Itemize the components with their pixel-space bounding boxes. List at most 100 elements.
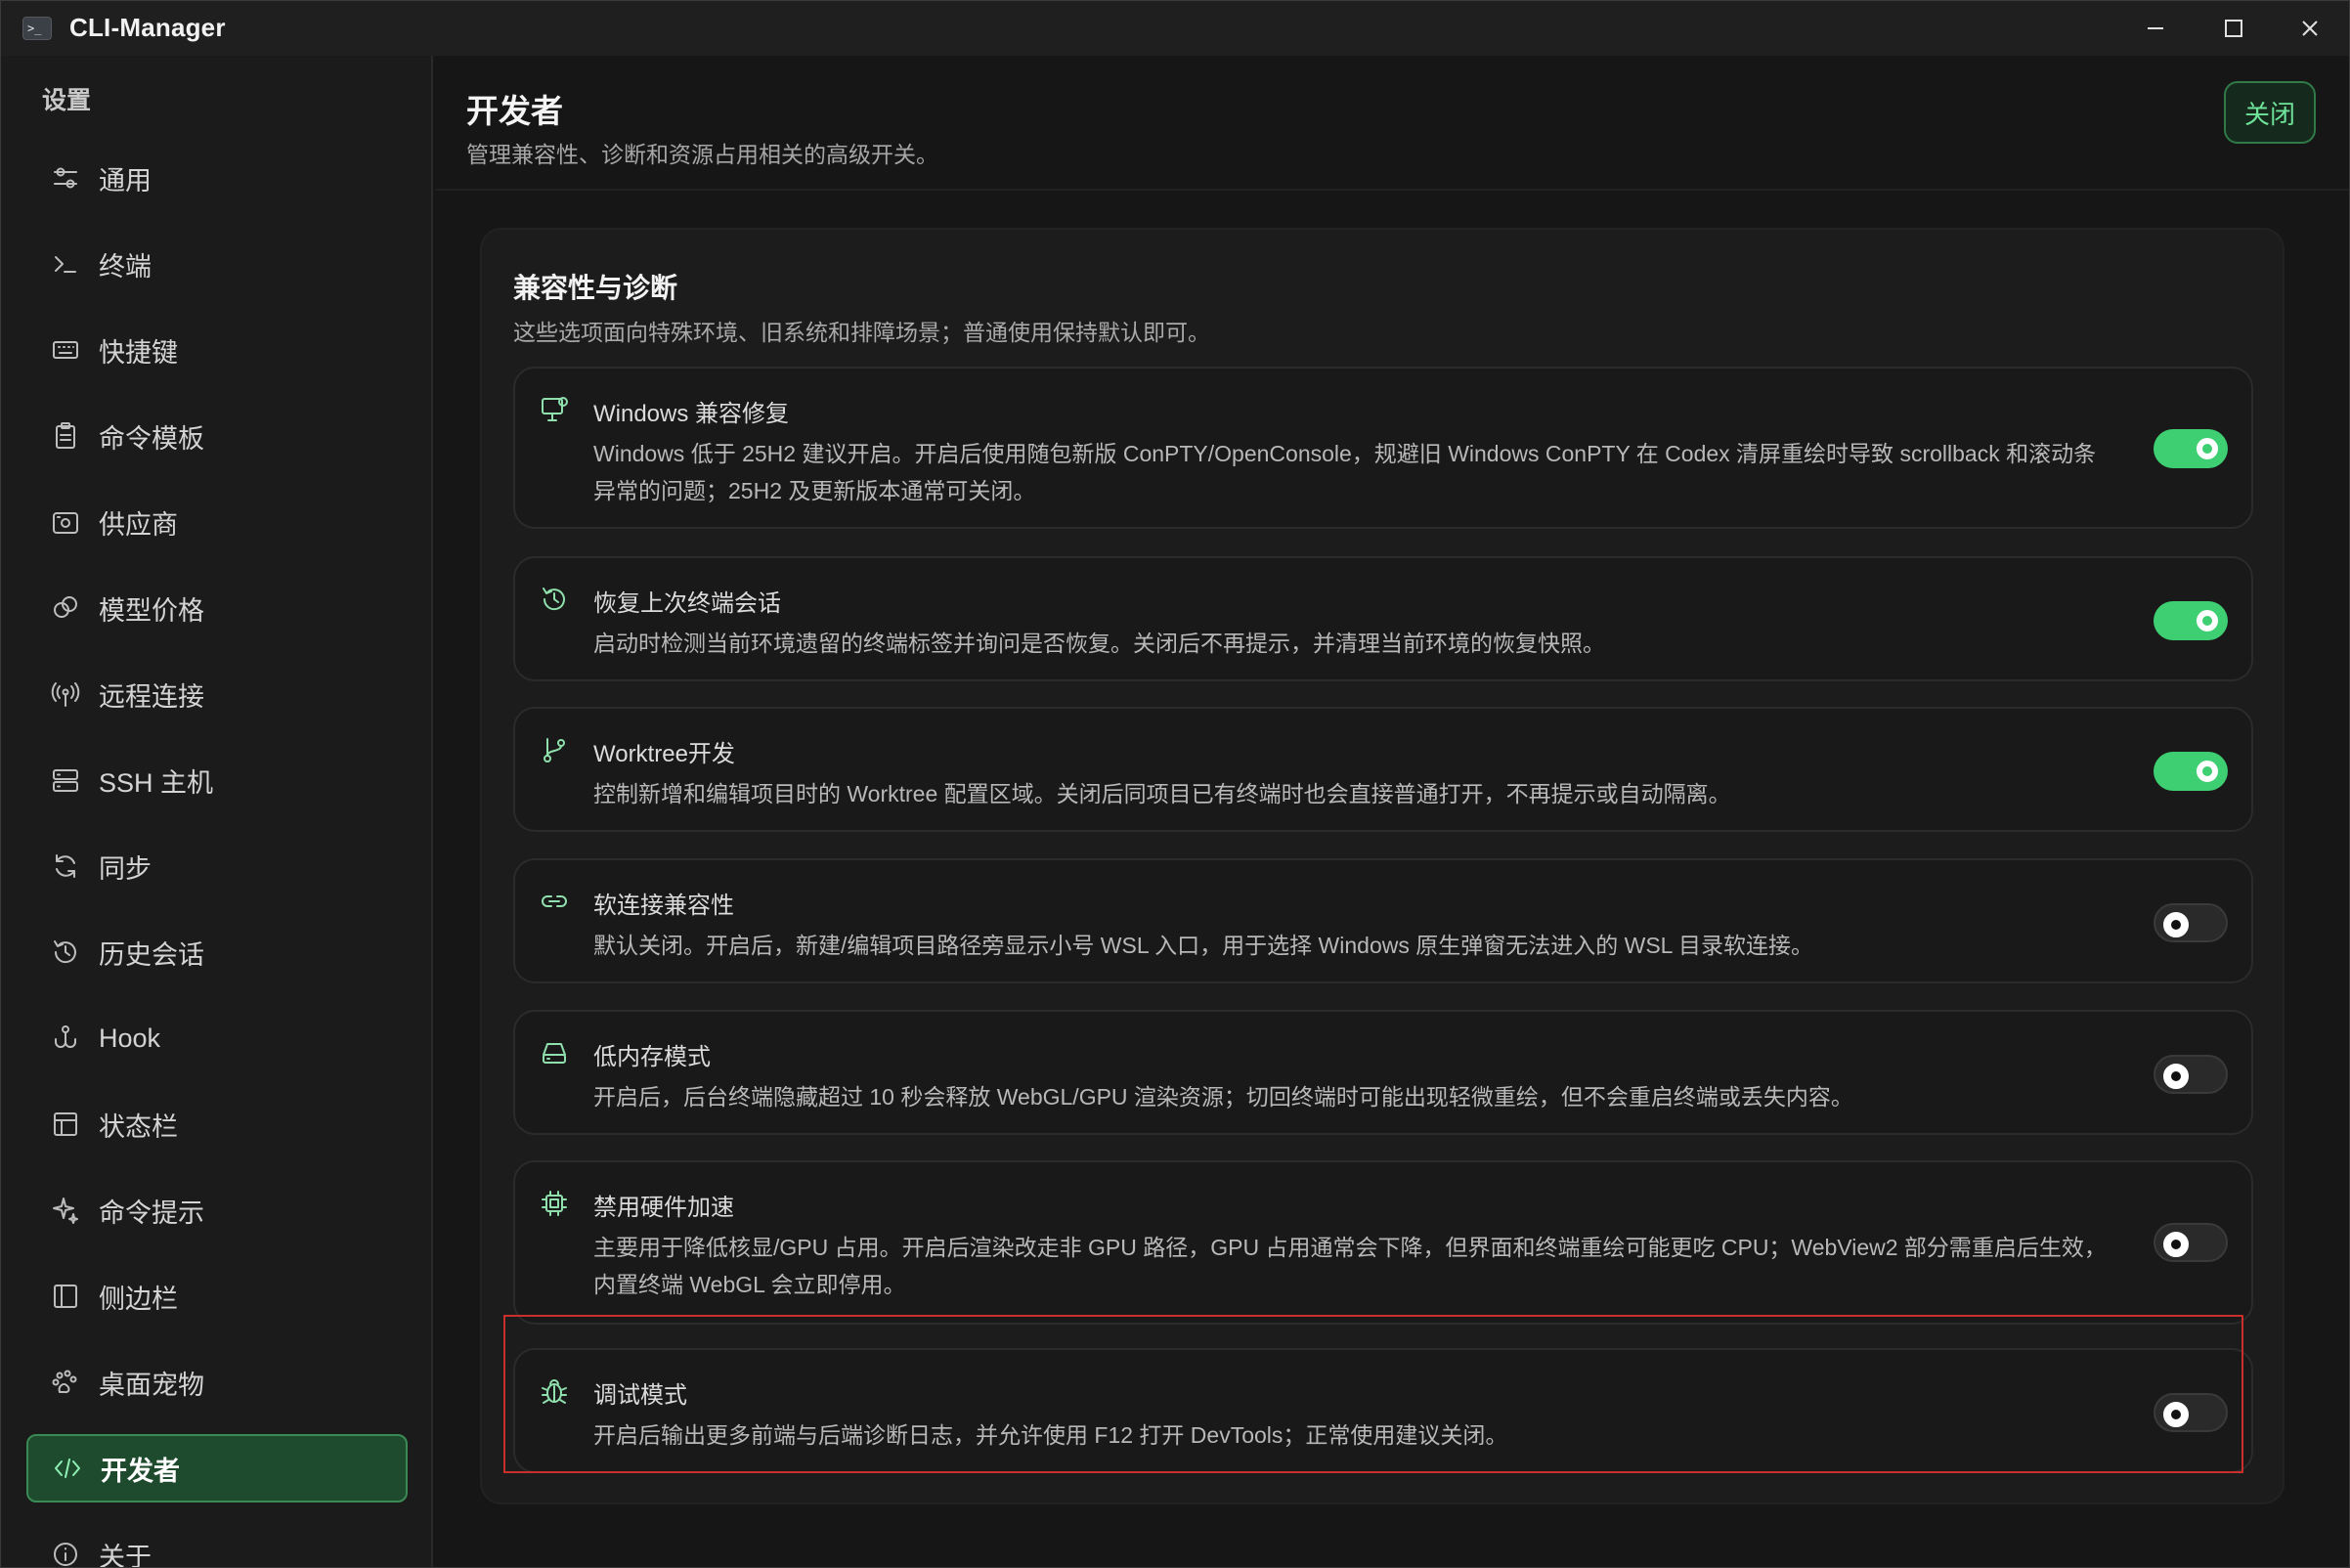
setting-card: 调试模式 开启后输出更多前端与后端诊断日志，并允许使用 F12 打开 DevToo… — [513, 1348, 2253, 1473]
code-icon — [52, 1453, 83, 1484]
server-icon — [50, 764, 81, 796]
setting-card: 恢复上次终端会话启动时检测当前环境遗留的终端标签并询问是否恢复。关闭后不再提示，… — [513, 556, 2253, 681]
price-icon — [50, 592, 81, 624]
setting-card: Windows 兼容修复 Windows 低于 25H2 建议开启。开启后使用随包… — [513, 367, 2253, 529]
window-title: CLI-Manager — [69, 13, 226, 42]
sidebar-item-8[interactable]: 同步 — [26, 832, 408, 900]
sidebar-item-9[interactable]: 历史会话 — [26, 918, 408, 986]
setting-description: 开启后，后台终端隐藏超过 10 秒会释放 WebGL/GPU 渲染资源；切回终端… — [593, 1084, 1853, 1110]
setting-toggle[interactable] — [2154, 1393, 2228, 1432]
toggle-knob — [2163, 912, 2189, 937]
sidebar-item-label: 侧边栏 — [99, 1284, 178, 1314]
toggle-knob — [2197, 610, 2218, 632]
sidebar-item-15[interactable]: 开发者 — [26, 1434, 408, 1503]
info-icon — [50, 1539, 81, 1567]
close-window-button[interactable] — [2271, 1, 2349, 56]
setting-toggle[interactable] — [2154, 903, 2228, 942]
sidebar-item-1[interactable]: 终端 — [26, 230, 408, 298]
sidebar-item-label: 命令模板 — [99, 423, 204, 454]
toggle-knob — [2197, 761, 2218, 782]
history-icon — [539, 584, 572, 617]
sidebar-item-label: 状态栏 — [99, 1111, 178, 1142]
minimize-button[interactable] — [2116, 1, 2195, 56]
sidebar-item-11[interactable]: 状态栏 — [26, 1090, 408, 1158]
sidebar-item-label: 命令提示 — [99, 1198, 204, 1228]
bug-icon — [539, 1375, 572, 1409]
sidebar-nav: 通用终端快捷键命令模板供应商模型价格远程连接 SSH 主机 同步历史会话 Hook 状态… — [26, 144, 408, 1568]
sidebar-item-label: 通用 — [99, 165, 152, 196]
sidebar-item-2[interactable]: 快捷键 — [26, 316, 408, 384]
page-header: 开发者 管理兼容性、诊断和资源占用相关的高级开关。 关闭 — [435, 56, 2349, 191]
sidebar-icon — [50, 1281, 81, 1312]
sync-icon — [50, 850, 81, 882]
sidebar-item-6[interactable]: 远程连接 — [26, 660, 408, 728]
history-icon — [50, 936, 81, 968]
maximize-button[interactable] — [2195, 1, 2273, 56]
setting-toggle[interactable] — [2154, 429, 2228, 468]
terminal-icon — [50, 248, 81, 280]
sidebar-item-14[interactable]: 桌面宠物 — [26, 1348, 408, 1416]
setting-title: 禁用硬件加速 — [593, 1195, 734, 1221]
section-title: 兼容性与诊断 — [513, 273, 678, 303]
page-title: 开发者 — [466, 93, 563, 129]
setting-description: 默认关闭。开启后，新建/编辑项目路径旁显示小号 WSL 入口，用于选择 Wind… — [593, 933, 1814, 958]
sidebar-item-13[interactable]: 侧边栏 — [26, 1262, 408, 1330]
setting-description: 控制新增和编辑项目时的 Worktree 配置区域。关闭后同项目已有终端时也会直… — [593, 781, 1731, 806]
sidebar-item-label: 远程连接 — [99, 681, 204, 712]
sparkle-icon — [50, 1195, 81, 1226]
settings-sidebar: 设置 通用终端快捷键命令模板供应商模型价格远程连接 SSH 主机 同步历史会话 Hoo… — [1, 56, 433, 1568]
sidebar-item-7[interactable]: SSH 主机 — [26, 746, 408, 814]
setting-card: 低内存模式开启后，后台终端隐藏超过 10 秒会释放 WebGL/GPU 渲染资源… — [513, 1010, 2253, 1135]
page-subtitle: 管理兼容性、诊断和资源占用相关的高级开关。 — [466, 142, 938, 167]
minimize-icon — [2148, 27, 2163, 29]
setting-title: Windows 兼容修复 — [593, 401, 790, 427]
sidebar-item-label: 桌面宠物 — [99, 1370, 204, 1400]
setting-description: 开启后输出更多前端与后端诊断日志，并允许使用 F12 打开 DevTools；正… — [593, 1422, 1508, 1448]
sidebar-item-3[interactable]: 命令模板 — [26, 402, 408, 470]
statusbar-icon — [50, 1109, 81, 1140]
maximize-icon — [2225, 20, 2242, 37]
drive-icon — [539, 1037, 572, 1070]
monitor-icon — [539, 394, 572, 427]
sidebar-item-label: 供应商 — [99, 509, 178, 540]
sidebar-item-label: SSH 主机 — [99, 767, 214, 798]
sidebar-item-4[interactable]: 供应商 — [26, 488, 408, 556]
sidebar-item-16[interactable]: 关于 — [26, 1520, 408, 1568]
sidebar-item-label: 模型价格 — [99, 595, 204, 626]
toggle-knob — [2163, 1402, 2189, 1427]
setting-toggle[interactable] — [2154, 1055, 2228, 1094]
setting-description: Windows 低于 25H2 建议开启。开启后使用随包新版 ConPTY/Op… — [593, 441, 2097, 503]
sidebar-item-label: 历史会话 — [99, 939, 204, 970]
sliders-icon — [50, 162, 81, 194]
sidebar-item-label: 关于 — [99, 1542, 152, 1568]
sidebar-item-5[interactable]: 模型价格 — [26, 574, 408, 642]
sidebar-item-0[interactable]: 通用 — [26, 144, 408, 212]
setting-title: Worktree开发 — [593, 741, 735, 767]
close-settings-button[interactable]: 关闭 — [2224, 81, 2316, 144]
toggle-knob — [2197, 438, 2218, 459]
toggle-knob — [2163, 1232, 2189, 1257]
setting-card: Worktree开发控制新增和编辑项目时的 Worktree 配置区域。关闭后同… — [513, 707, 2253, 832]
section-description: 这些选项面向特殊环境、旧系统和排障场景；普通使用保持默认即可。 — [513, 320, 1210, 345]
sidebar-item-10[interactable]: Hook — [26, 1004, 408, 1072]
sidebar-heading: 设置 — [42, 87, 92, 114]
sidebar-item-label: 开发者 — [101, 1456, 180, 1486]
sidebar-item-12[interactable]: 命令提示 — [26, 1176, 408, 1244]
setting-toggle[interactable] — [2154, 752, 2228, 791]
setting-title: 恢复上次终端会话 — [593, 590, 781, 617]
sidebar-item-label: 终端 — [99, 251, 152, 282]
sidebar-item-label: 同步 — [99, 853, 152, 884]
sidebar-item-label: Hook — [99, 1023, 161, 1053]
title-bar: >_ CLI-Manager — [1, 1, 2349, 56]
antenna-icon — [50, 678, 81, 710]
setting-description: 启动时检测当前环境遗留的终端标签并询问是否恢复。关闭后不再提示，并清理当前环境的… — [593, 631, 1605, 656]
close-icon — [2302, 21, 2318, 36]
sidebar-item-label: 快捷键 — [99, 337, 178, 368]
app-window: >_ CLI-Manager 设置 通用终端快捷键命令模板供应商模型价格远程连接… — [0, 0, 2350, 1568]
toggle-knob — [2163, 1064, 2189, 1089]
clipboard-icon — [50, 420, 81, 452]
setting-toggle[interactable] — [2154, 601, 2228, 640]
setting-toggle[interactable] — [2154, 1223, 2228, 1262]
setting-title: 低内存模式 — [593, 1044, 711, 1070]
hook-icon — [50, 1023, 81, 1054]
